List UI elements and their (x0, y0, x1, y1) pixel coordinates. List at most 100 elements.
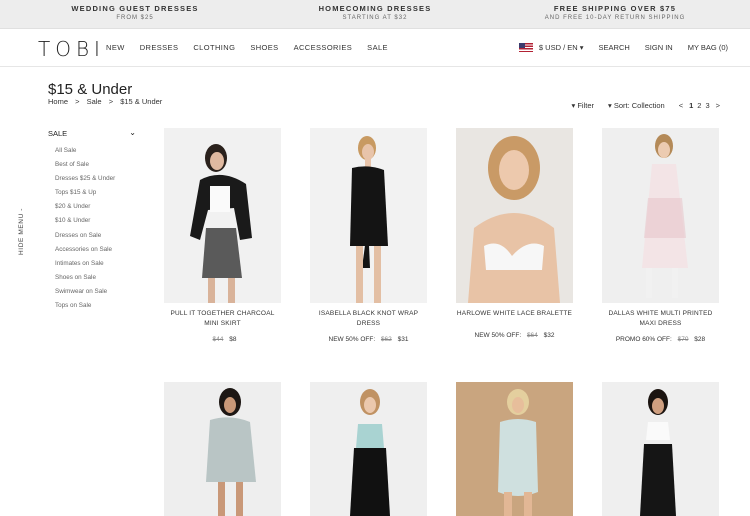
sidebar-list: All Sale Best of Sale Dresses $25 & Unde… (55, 147, 115, 316)
price-promo-label: PROMO 60% OFF: (615, 336, 672, 343)
sort-button[interactable]: ▾ Sort: Collection (608, 101, 665, 110)
product-price: NEW 50% OFF: $64 $32 (456, 332, 573, 339)
product-card[interactable]: ISABELLA BLACK KNOT WRAP DRESS NEW 50% O… (310, 128, 427, 343)
product-card[interactable]: DALLAS WHITE MULTI PRINTED MAXI DRESS PR… (602, 128, 719, 343)
product-name[interactable]: PULL IT TOGETHER CHARCOAL MINI SKIRT (164, 309, 281, 329)
promo-subtitle: From $25 (116, 15, 154, 21)
promo-title: Wedding Guest Dresses (71, 4, 199, 13)
nav-accessories[interactable]: ACCESSORIES (294, 43, 353, 52)
sidebar-heading-label: SALE (48, 129, 68, 138)
us-flag-icon (518, 43, 533, 52)
search-link[interactable]: SEARCH (599, 43, 630, 52)
price-original: $70 (677, 336, 689, 343)
listing-tools: ▾ Filter ▾ Sort: Collection < 1 2 3 > (557, 101, 720, 110)
model-photo (640, 389, 676, 516)
model-photo (350, 389, 390, 516)
price-sale: $32 (543, 332, 555, 339)
filter-button[interactable]: ▾ Filter (571, 101, 594, 110)
product-card[interactable] (456, 382, 573, 516)
product-card[interactable]: HARLOWE WHITE LACE BRALETTE NEW 50% OFF:… (456, 128, 573, 339)
sidebar-item[interactable]: Dresses on Sale (55, 232, 115, 246)
sidebar-item[interactable]: Intimates on Sale (55, 260, 115, 274)
price-original: $44 (212, 336, 224, 343)
promo-subtitle: And free 10-day return shipping (544, 15, 686, 21)
product-image[interactable] (310, 128, 427, 303)
price-promo-label: NEW 50% OFF: (328, 336, 376, 343)
product-image[interactable] (310, 382, 427, 516)
product-card[interactable] (310, 382, 427, 516)
page-title: $15 & Under (48, 81, 133, 98)
product-price: PROMO 60% OFF: $70 $28 (602, 336, 719, 343)
product-image[interactable] (456, 382, 573, 516)
product-price: $44 $8 (164, 336, 281, 343)
sidebar-item[interactable]: Swimwear on Sale (55, 288, 115, 302)
promo-wedding[interactable]: Wedding Guest Dresses From $25 (10, 4, 260, 21)
sidebar-item[interactable]: Shoes on Sale (55, 274, 115, 288)
sidebar-item[interactable]: $20 & Under (55, 203, 115, 217)
nav-sale[interactable]: SALE (367, 43, 388, 52)
locale-label: $ USD / EN ▾ (538, 43, 584, 52)
logo[interactable]: TOBI (38, 37, 105, 61)
price-original: $64 (526, 332, 538, 339)
breadcrumb-separator: > (75, 97, 80, 106)
breadcrumb-home[interactable]: Home (48, 97, 68, 106)
product-image[interactable] (602, 128, 719, 303)
page-3[interactable]: 3 (705, 101, 709, 110)
main-nav: TOBI NEW DRESSES CLOTHING SHOES ACCESSOR… (0, 29, 750, 67)
promo-subtitle: Starting at $32 (342, 15, 408, 21)
promo-title: Homecoming Dresses (318, 4, 432, 13)
page-1[interactable]: 1 (689, 101, 693, 110)
sidebar-item[interactable]: Tops on Sale (55, 302, 115, 316)
price-promo-label: NEW 50% OFF: (474, 332, 522, 339)
sidebar-item[interactable]: Dresses $25 & Under (55, 175, 115, 189)
breadcrumb: Home > Sale > $15 & Under (48, 97, 167, 106)
nav-clothing[interactable]: CLOTHING (193, 43, 235, 52)
price-sale: $8 (229, 336, 237, 343)
model-photo (190, 144, 252, 303)
promo-bar: Wedding Guest Dresses From $25 Homecomin… (0, 0, 750, 29)
breadcrumb-separator: > (108, 97, 114, 106)
product-image[interactable] (456, 128, 573, 303)
breadcrumb-current: $15 & Under (120, 97, 163, 106)
page-next[interactable]: > (716, 101, 720, 110)
promo-homecoming[interactable]: Homecoming Dresses Starting at $32 (250, 4, 500, 21)
promo-title: Free Shipping Over $75 (553, 4, 677, 13)
model-photo (206, 388, 256, 516)
nav-dresses[interactable]: DRESSES (140, 43, 179, 52)
hide-menu-toggle[interactable]: HIDE MENU - (18, 208, 25, 255)
model-photo (468, 136, 560, 303)
price-sale: $28 (694, 336, 706, 343)
nav-right: $ USD / EN ▾ SEARCH SIGN IN MY BAG (0) (518, 43, 728, 52)
page-2[interactable]: 2 (697, 101, 701, 110)
page-prev[interactable]: < (679, 101, 683, 110)
product-card[interactable] (602, 382, 719, 516)
sidebar-item[interactable]: Best of Sale (55, 161, 115, 175)
product-image[interactable] (164, 382, 281, 516)
product-image[interactable] (164, 128, 281, 303)
sidebar-item[interactable]: $10 & Under (55, 217, 115, 231)
promo-shipping[interactable]: Free Shipping Over $75 And free 10-day r… (490, 4, 740, 21)
product-image[interactable] (602, 382, 719, 516)
product-name[interactable]: DALLAS WHITE MULTI PRINTED MAXI DRESS (602, 309, 719, 329)
product-card[interactable]: PULL IT TOGETHER CHARCOAL MINI SKIRT $44… (164, 128, 281, 343)
nav-new[interactable]: NEW (106, 43, 125, 52)
nav-links: NEW DRESSES CLOTHING SHOES ACCESSORIES S… (106, 43, 403, 52)
sign-in-link[interactable]: SIGN IN (645, 43, 673, 52)
bag-link[interactable]: MY BAG (0) (688, 43, 728, 52)
sidebar-sale-heading[interactable]: SALE ⌄ (48, 128, 136, 138)
nav-shoes[interactable]: SHOES (250, 43, 278, 52)
product-name[interactable]: ISABELLA BLACK KNOT WRAP DRESS (310, 309, 427, 329)
price-original: $62 (380, 336, 392, 343)
breadcrumb-sale[interactable]: Sale (87, 97, 102, 106)
model-photo (498, 389, 538, 516)
product-price: NEW 50% OFF: $62 $31 (310, 336, 427, 343)
locale-selector[interactable]: $ USD / EN ▾ (518, 43, 584, 52)
chevron-down-icon: ⌄ (129, 128, 136, 137)
model-photo (642, 134, 688, 298)
model-photo (350, 136, 388, 303)
product-name[interactable]: HARLOWE WHITE LACE BRALETTE (456, 309, 573, 319)
product-card[interactable] (164, 382, 281, 516)
sidebar-item[interactable]: Tops $15 & Up (55, 189, 115, 203)
sidebar-item[interactable]: All Sale (55, 147, 115, 161)
sidebar-item[interactable]: Accessories on Sale (55, 246, 115, 260)
